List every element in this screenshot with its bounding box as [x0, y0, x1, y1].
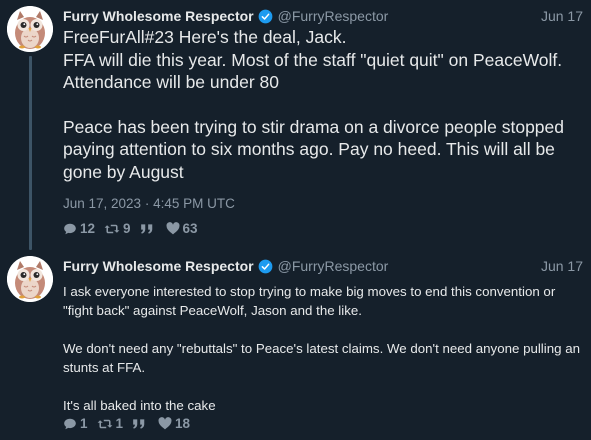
like-button[interactable]: 18: [158, 416, 190, 431]
heart-icon: [166, 222, 180, 235]
tweet-line: Attendance will be under 80: [63, 72, 279, 92]
tweet-text: FreeFurAll#23 Here's the deal, Jack. FFA…: [63, 26, 581, 183]
like-count: 18: [175, 416, 191, 431]
author-name[interactable]: Furry Wholesome Respector: [63, 258, 254, 274]
tweet-paragraph: It's all baked into the cake: [63, 398, 216, 413]
retweet-count: 1: [115, 416, 124, 431]
tweet[interactable]: Furry Wholesome Respector @FurryRespecto…: [0, 250, 591, 440]
heart-icon: [158, 417, 172, 430]
speech-bubble-icon: [64, 418, 76, 429]
tweet-timestamp[interactable]: Jun 17, 2023 · 4:45 PM UTC: [63, 196, 235, 211]
owl-avatar-icon: [7, 256, 53, 302]
tweet-text: I ask everyone interested to stop trying…: [63, 282, 583, 415]
tweet-date[interactable]: Jun 17: [541, 258, 583, 274]
author-handle[interactable]: @FurryRespector: [278, 258, 389, 274]
retweet-icon: [104, 224, 120, 233]
tweet-header: Furry Wholesome Respector @FurryRespecto…: [63, 6, 583, 26]
tweet-actions: 12 9 63: [63, 221, 207, 236]
retweet-icon: [97, 419, 112, 428]
verified-badge-icon: [258, 259, 272, 273]
quote-icon: [140, 223, 152, 234]
speech-bubble-icon: [64, 223, 76, 234]
reply-button[interactable]: 1: [63, 416, 88, 431]
tweet-header: Furry Wholesome Respector @FurryRespecto…: [63, 256, 583, 276]
retweet-button[interactable]: 1: [97, 416, 124, 431]
tweet-date[interactable]: Jun 17: [541, 8, 583, 24]
reply-button[interactable]: 12: [63, 221, 95, 236]
reply-count: 12: [80, 221, 96, 236]
tweet-paragraph: I ask everyone interested to stop trying…: [63, 284, 556, 318]
retweet-button[interactable]: 9: [104, 221, 131, 236]
avatar[interactable]: [7, 256, 53, 302]
reply-count: 1: [80, 416, 88, 431]
quote-button[interactable]: [132, 418, 149, 430]
avatar[interactable]: [7, 6, 53, 52]
like-count: 63: [182, 221, 198, 236]
verified-badge-icon: [258, 9, 272, 23]
tweet[interactable]: Furry Wholesome Respector @FurryRespecto…: [0, 0, 591, 250]
quote-icon: [133, 418, 145, 429]
author-handle[interactable]: @FurryRespector: [278, 8, 389, 24]
tweet-paragraph: We don't need any "rebuttals" to Peace's…: [63, 341, 580, 375]
tweet-line: FFA will die this year. Most of the staf…: [63, 49, 563, 70]
like-button[interactable]: 63: [166, 221, 198, 236]
tweet-line: FreeFurAll#23 Here's the deal, Jack.: [63, 27, 347, 47]
author-name[interactable]: Furry Wholesome Respector: [63, 8, 254, 24]
thread-line: [29, 56, 32, 250]
retweet-count: 9: [123, 221, 131, 236]
quote-button[interactable]: [140, 223, 157, 235]
owl-avatar-icon: [7, 6, 53, 52]
tweet-actions: 1 1 18: [63, 416, 199, 431]
tweet-line: Peace has been trying to stir drama on a…: [63, 116, 565, 182]
